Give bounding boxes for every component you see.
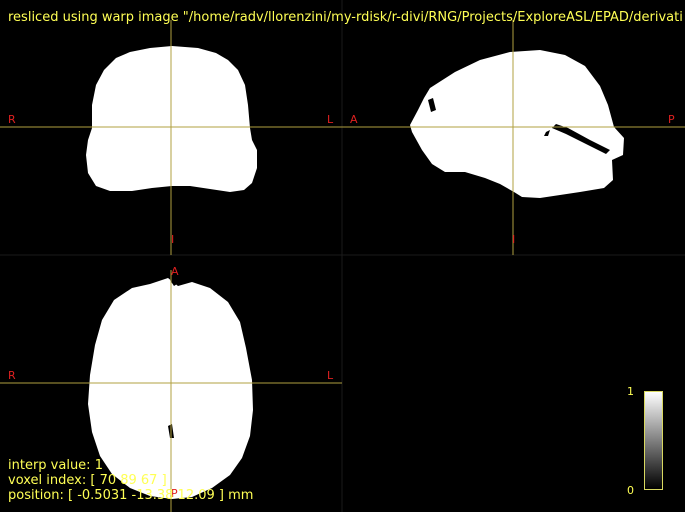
colorbar-max-label: 1 bbox=[627, 385, 634, 398]
coronal-bottom-label: I bbox=[171, 233, 175, 246]
coronal-view[interactable] bbox=[0, 20, 342, 255]
sagittal-brain-mask bbox=[410, 50, 624, 198]
axial-top-label: A bbox=[171, 265, 179, 278]
voxel-index-readout: voxel index: [ 70 89 67 ] bbox=[8, 473, 167, 488]
colorbar-min-label: 0 bbox=[627, 484, 634, 497]
intensity-colorbar bbox=[644, 391, 663, 490]
sagittal-right-label: P bbox=[668, 113, 675, 126]
position-readout: position: [ -0.5031 -13.38 12.09 ] mm bbox=[8, 488, 254, 503]
sagittal-view[interactable] bbox=[342, 20, 685, 255]
interp-value-readout: interp value: 1 bbox=[8, 458, 103, 473]
sagittal-left-label: A bbox=[350, 113, 358, 126]
reslice-title: resliced using warp image "/home/radv/ll… bbox=[8, 10, 683, 25]
axial-right-label: L bbox=[327, 369, 334, 382]
axial-left-label: R bbox=[8, 369, 16, 382]
sagittal-bottom-label: I bbox=[512, 233, 516, 246]
coronal-right-label: L bbox=[327, 113, 334, 126]
ortho-viewer[interactable] bbox=[0, 0, 685, 512]
coronal-left-label: R bbox=[8, 113, 16, 126]
